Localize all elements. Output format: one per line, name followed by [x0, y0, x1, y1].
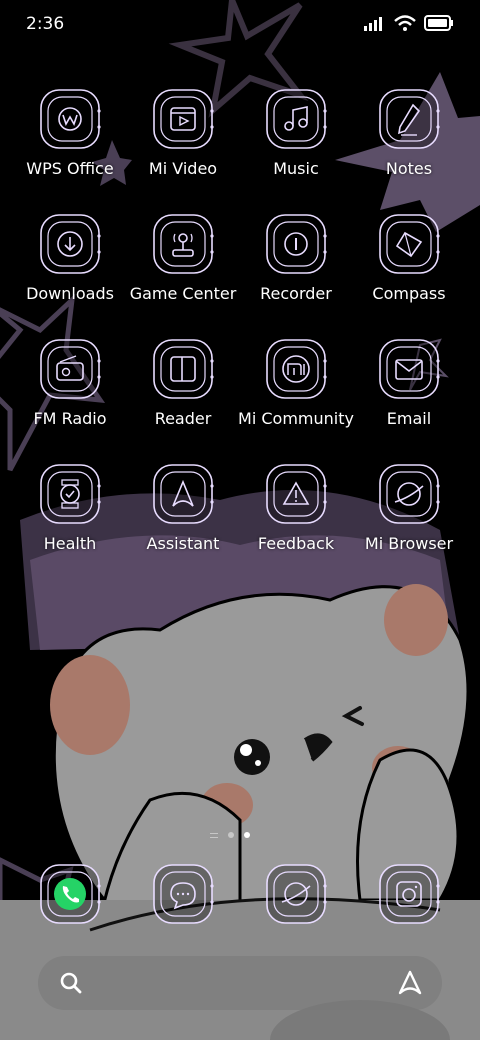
- app-label: Mi Community: [238, 409, 354, 428]
- feedback-icon: [264, 462, 328, 526]
- dock-browser[interactable]: [264, 862, 328, 926]
- health-icon: [38, 462, 102, 526]
- app-feedback[interactable]: Feedback: [240, 462, 352, 572]
- dock-phone[interactable]: [38, 862, 102, 926]
- game-center-icon: [151, 212, 215, 276]
- app-label: Notes: [385, 159, 433, 178]
- wifi-icon: [394, 15, 416, 31]
- app-label: Mi Video: [148, 159, 218, 178]
- assistant-icon: [151, 462, 215, 526]
- app-health[interactable]: Health: [14, 462, 126, 572]
- dock-camera[interactable]: [377, 862, 441, 926]
- phone-icon: [38, 862, 102, 926]
- app-recorder[interactable]: Recorder: [240, 212, 352, 322]
- app-mi-browser[interactable]: Mi Browser: [353, 462, 465, 572]
- app-email[interactable]: Email: [353, 337, 465, 447]
- music-icon: [264, 87, 328, 151]
- app-label: Mi Browser: [364, 534, 454, 553]
- camera-icon: [377, 862, 441, 926]
- email-icon: [377, 337, 441, 401]
- app-label: Recorder: [260, 284, 332, 303]
- app-label: Assistant: [146, 534, 220, 553]
- app-downloads[interactable]: Downloads: [14, 212, 126, 322]
- app-label: Downloads: [26, 284, 114, 303]
- app-label: WPS Office: [26, 159, 114, 178]
- mi-video-icon: [151, 87, 215, 151]
- search-bar[interactable]: [38, 956, 442, 1010]
- recorder-icon: [264, 212, 328, 276]
- status-bar: 2:36: [0, 0, 480, 50]
- compass-icon: [377, 212, 441, 276]
- app-mi-community[interactable]: Mi Community: [238, 337, 354, 447]
- page-indicator-menu: [210, 832, 218, 838]
- page-dot-active: [244, 832, 250, 838]
- app-reader[interactable]: Reader: [127, 337, 239, 447]
- app-mi-video[interactable]: Mi Video: [127, 87, 239, 197]
- app-label: Music: [273, 159, 319, 178]
- page-indicator[interactable]: [200, 829, 260, 841]
- app-assistant[interactable]: Assistant: [127, 462, 239, 572]
- signal-icon: [364, 17, 382, 31]
- app-label: Compass: [372, 284, 446, 303]
- app-label: Reader: [154, 409, 212, 428]
- messages-icon: [151, 862, 215, 926]
- app-label: Email: [386, 409, 432, 428]
- dock-messages[interactable]: [151, 862, 215, 926]
- app-fm-radio[interactable]: FM Radio: [14, 337, 126, 447]
- page-dot: [228, 832, 234, 838]
- app-label: FM Radio: [33, 409, 107, 428]
- status-icons: [364, 15, 454, 31]
- assistant-icon[interactable]: [396, 969, 424, 997]
- app-label: Game Center: [129, 284, 237, 303]
- app-compass[interactable]: Compass: [353, 212, 465, 322]
- reader-icon: [151, 337, 215, 401]
- battery-icon: [424, 15, 453, 31]
- status-time: 2:36: [26, 14, 65, 34]
- wps-office-icon: [38, 87, 102, 151]
- mi-browser-icon: [377, 462, 441, 526]
- app-music[interactable]: Music: [240, 87, 352, 197]
- search-icon[interactable]: [58, 970, 84, 996]
- app-label: Feedback: [257, 534, 335, 553]
- downloads-icon: [38, 212, 102, 276]
- app-wps-office[interactable]: WPS Office: [14, 87, 126, 197]
- notes-icon: [377, 87, 441, 151]
- app-notes[interactable]: Notes: [353, 87, 465, 197]
- mi-community-icon: [264, 337, 328, 401]
- browser-icon: [264, 862, 328, 926]
- app-game-center[interactable]: Game Center: [127, 212, 239, 322]
- fm-radio-icon: [38, 337, 102, 401]
- app-label: Health: [43, 534, 97, 553]
